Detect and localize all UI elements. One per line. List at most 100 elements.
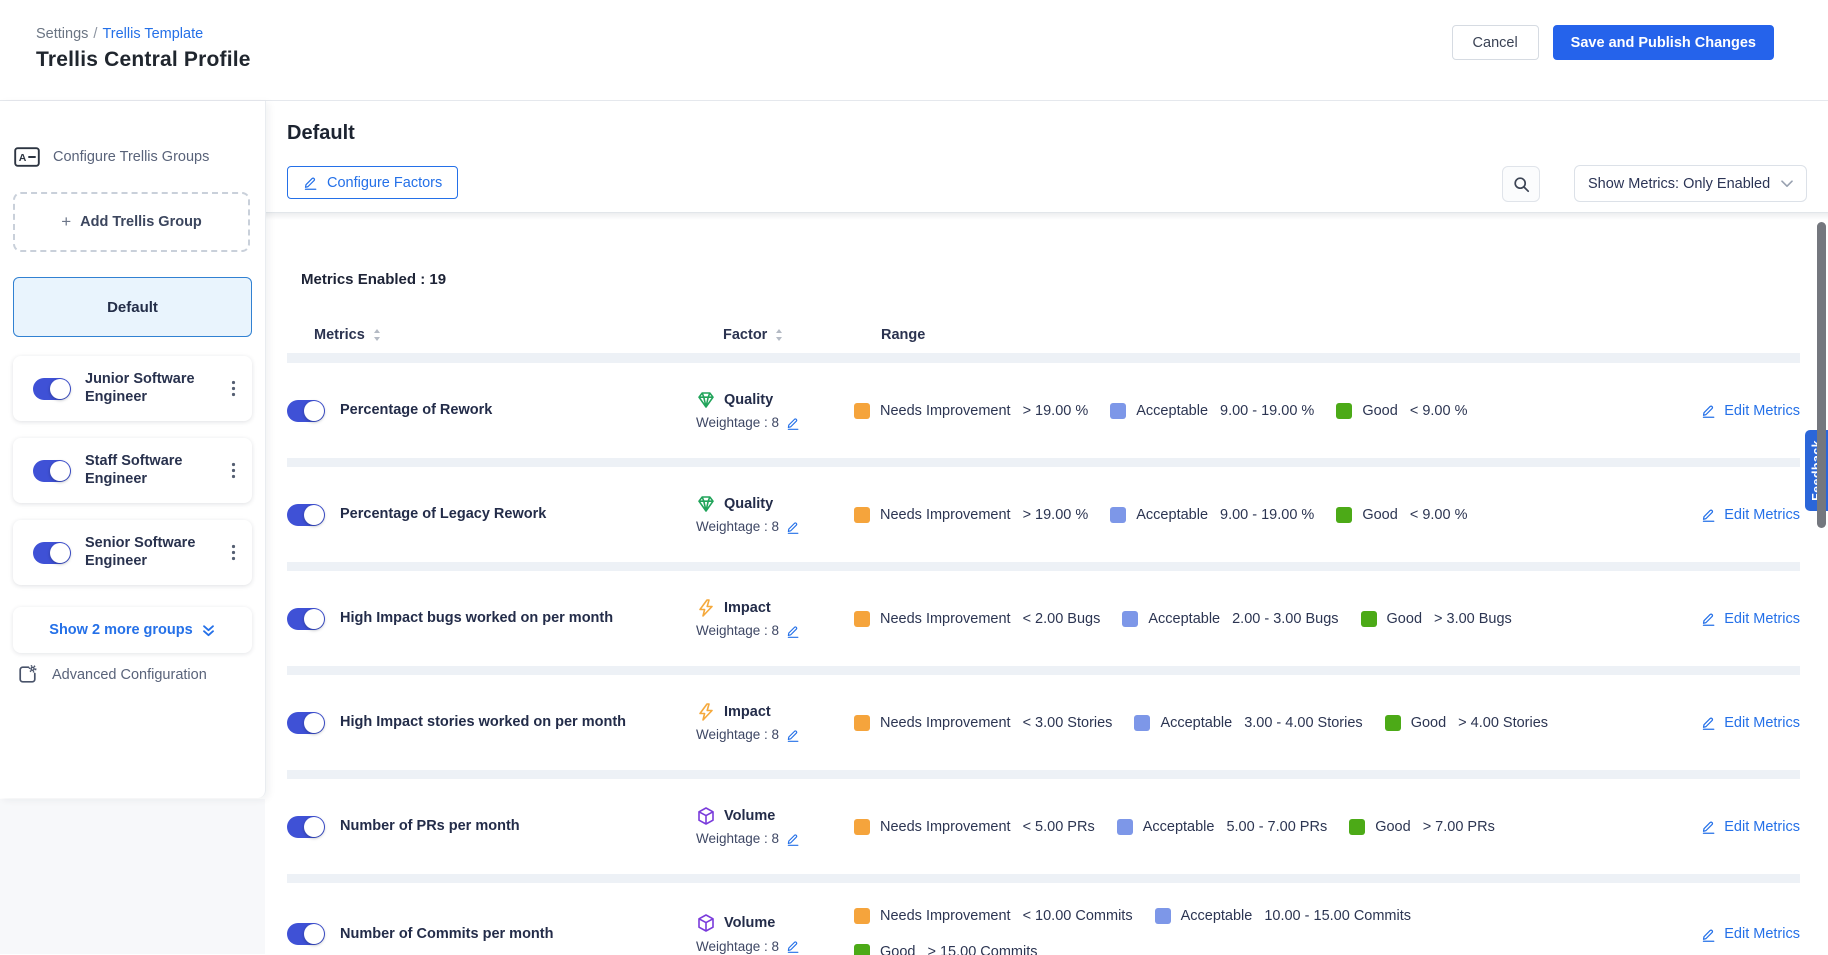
selected-group-title: Default	[287, 122, 355, 145]
group-name: Senior Software Engineer	[85, 535, 213, 570]
metrics-table-panel: Metrics Enabled : 19 Metrics Factor Rang…	[265, 212, 1828, 955]
group-card[interactable]: Senior Software Engineer	[13, 520, 252, 585]
sort-metrics-icon[interactable]	[372, 327, 382, 343]
column-metrics: Metrics	[314, 327, 365, 343]
group-card[interactable]: Junior Software Engineer	[13, 356, 252, 421]
kebab-menu-icon[interactable]	[229, 460, 238, 481]
range-swatch	[1155, 908, 1171, 924]
quality-icon	[696, 494, 716, 514]
pencil-icon	[1701, 611, 1716, 626]
range-swatch	[854, 403, 870, 419]
range-swatch	[1336, 507, 1352, 523]
badge-card-icon: A	[14, 147, 40, 167]
weightage-label: Weightage : 8	[696, 831, 779, 846]
range-value: < 9.00 %	[1410, 403, 1468, 419]
impact-icon	[696, 702, 716, 722]
edit-metrics-link[interactable]: Edit Metrics	[1701, 926, 1800, 942]
range-value: > 15.00 Commits	[927, 944, 1037, 955]
range-cell: Needs Improvement< 10.00 Commits Acceptab…	[854, 905, 1554, 955]
chevron-down-icon	[1781, 180, 1793, 188]
range-item: Acceptable10.00 - 15.00 Commits	[1155, 905, 1411, 927]
range-swatch	[1385, 715, 1401, 731]
metric-enabled-toggle[interactable]	[287, 504, 325, 526]
range-label: Needs Improvement	[880, 715, 1011, 731]
vertical-scrollbar-thumb[interactable]	[1817, 222, 1826, 528]
range-item: Good< 9.00 %	[1336, 504, 1467, 526]
range-value: < 5.00 PRs	[1023, 819, 1095, 835]
edit-weightage-icon[interactable]	[786, 624, 800, 638]
group-name: Junior Software Engineer	[85, 371, 213, 406]
metric-name: Number of Commits per month	[340, 925, 692, 943]
show-metrics-dropdown[interactable]: Show Metrics: Only Enabled	[1574, 165, 1807, 202]
factor-name: Impact	[724, 600, 771, 616]
pencil-icon	[1701, 507, 1716, 522]
range-swatch	[854, 908, 870, 924]
edit-weightage-icon[interactable]	[786, 832, 800, 846]
impact-icon	[696, 598, 716, 618]
range-label: Needs Improvement	[880, 507, 1011, 523]
edit-metrics-link[interactable]: Edit Metrics	[1701, 507, 1800, 523]
factor-name: Volume	[724, 808, 775, 824]
range-value: < 2.00 Bugs	[1023, 611, 1101, 627]
show-more-groups-button[interactable]: Show 2 more groups	[13, 607, 252, 653]
range-label: Acceptable	[1148, 611, 1220, 627]
range-item: Acceptable9.00 - 19.00 %	[1110, 504, 1314, 526]
edit-metrics-link[interactable]: Edit Metrics	[1701, 819, 1800, 835]
range-swatch	[1110, 403, 1126, 419]
breadcrumb-settings[interactable]: Settings	[36, 26, 88, 42]
range-item: Good> 3.00 Bugs	[1361, 608, 1512, 630]
kebab-menu-icon[interactable]	[229, 542, 238, 563]
factor-name: Quality	[724, 496, 773, 512]
range-item: Needs Improvement< 5.00 PRs	[854, 816, 1095, 838]
breadcrumb-trellis-template[interactable]: Trellis Template	[102, 26, 203, 42]
configure-trellis-groups-header: A Configure Trellis Groups	[14, 147, 209, 167]
configure-factors-button[interactable]: Configure Factors	[287, 166, 458, 199]
range-swatch	[854, 715, 870, 731]
metric-enabled-toggle[interactable]	[287, 608, 325, 630]
range-value: 2.00 - 3.00 Bugs	[1232, 611, 1338, 627]
search-button[interactable]	[1502, 166, 1540, 202]
factor-name: Quality	[724, 392, 773, 408]
range-item: Acceptable3.00 - 4.00 Stories	[1134, 712, 1362, 734]
save-and-publish-button[interactable]: Save and Publish Changes	[1553, 25, 1774, 60]
add-trellis-group-button[interactable]: + Add Trellis Group	[13, 192, 250, 252]
group-enabled-toggle[interactable]	[33, 460, 71, 482]
metric-row: Number of PRs per month Volume Weightage…	[287, 779, 1800, 874]
range-item: Needs Improvement < 3.00 Stories	[854, 712, 1112, 734]
edit-weightage-icon[interactable]	[786, 728, 800, 742]
group-card[interactable]: Staff Software Engineer	[13, 438, 252, 503]
group-enabled-toggle[interactable]	[33, 542, 71, 564]
range-value: < 3.00 Stories	[1023, 715, 1113, 731]
edit-metrics-link[interactable]: Edit Metrics	[1701, 403, 1800, 419]
range-swatch	[854, 944, 870, 955]
range-value: > 7.00 PRs	[1423, 819, 1495, 835]
range-label: Good	[1411, 715, 1446, 731]
metric-enabled-toggle[interactable]	[287, 816, 325, 838]
metric-enabled-toggle[interactable]	[287, 712, 325, 734]
kebab-menu-icon[interactable]	[229, 378, 238, 399]
range-swatch	[1117, 819, 1133, 835]
column-factor: Factor	[723, 327, 767, 343]
advanced-configuration-link[interactable]: Advanced Configuration	[17, 664, 207, 685]
range-swatch	[854, 507, 870, 523]
edit-weightage-icon[interactable]	[786, 520, 800, 534]
show-metrics-value: Show Metrics: Only Enabled	[1588, 176, 1770, 192]
metrics-rows: Percentage of Rework Quality Weightage :…	[287, 353, 1800, 955]
range-value: > 19.00 %	[1023, 507, 1089, 523]
range-item: Needs Improvement< 10.00 Commits	[854, 905, 1133, 927]
metric-enabled-toggle[interactable]	[287, 923, 325, 945]
edit-metrics-link[interactable]: Edit Metrics	[1701, 715, 1800, 731]
edit-weightage-icon[interactable]	[786, 416, 800, 430]
range-cell: Needs Improvement > 19.00 % Acceptable9.00…	[854, 504, 1554, 526]
sort-factor-icon[interactable]	[774, 327, 784, 343]
edit-weightage-icon[interactable]	[786, 939, 800, 953]
range-value: < 9.00 %	[1410, 507, 1468, 523]
default-group-label: Default	[107, 299, 158, 316]
cancel-button[interactable]: Cancel	[1452, 25, 1539, 60]
group-card-default[interactable]: Default	[13, 277, 252, 337]
metric-enabled-toggle[interactable]	[287, 400, 325, 422]
group-enabled-toggle[interactable]	[33, 378, 71, 400]
range-label: Needs Improvement	[880, 403, 1011, 419]
edit-metrics-link[interactable]: Edit Metrics	[1701, 611, 1800, 627]
settings-box-icon	[17, 664, 38, 685]
